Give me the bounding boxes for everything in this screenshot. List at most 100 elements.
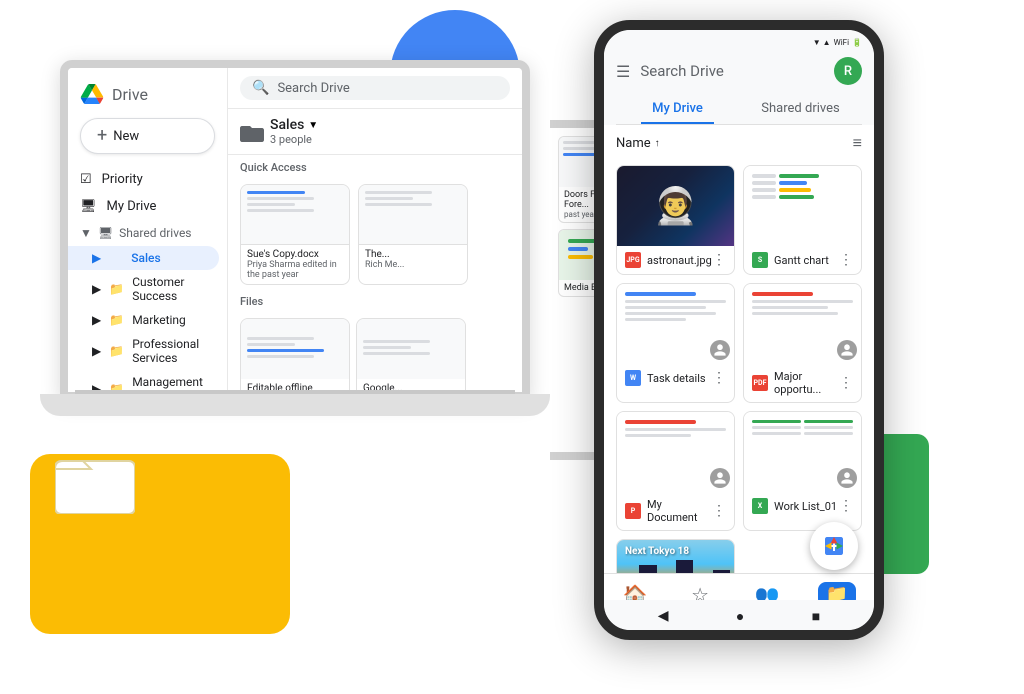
mkt-arrow-icon: ▶	[92, 313, 101, 327]
phone-nav-bar: ◀ ● ■	[604, 600, 874, 632]
cs-arrow-icon: ▶	[92, 282, 101, 296]
phone-file-5-footer: X Work List_01 ⋮	[744, 492, 861, 520]
phone-file-4-name: My Document	[647, 498, 712, 524]
phone-status-bar: ▼ ▲ WiFi 🔋	[616, 36, 862, 51]
sidebar-item-sales[interactable]: ▶ 🗂 Sales	[68, 246, 219, 270]
phone-file-card-5[interactable]: X Work List_01 ⋮	[743, 411, 862, 531]
drive-logo-icon	[80, 84, 104, 104]
shared-drives-label: Shared drives	[119, 226, 191, 240]
sidebar-item-priority[interactable]: ☑ Priority	[68, 166, 219, 193]
expand-icon: ▼	[80, 226, 92, 240]
hamburger-icon[interactable]: ☰	[616, 62, 630, 81]
ps-arrow-icon: ▶	[92, 344, 101, 358]
phone-file-card-1[interactable]: S Gantt chart ⋮	[743, 165, 862, 275]
tab-shared-drives[interactable]: Shared drives	[739, 93, 862, 124]
new-plus-icon: +	[97, 127, 107, 145]
drive-sidebar: Drive + New ☑ Priority 🖥 My Drive ▼ 🖥	[68, 68, 228, 392]
phone-file-4-more-icon[interactable]: ⋮	[712, 503, 726, 519]
qa-card-2-sub: Rich Me...	[365, 260, 461, 270]
phone-file-2-more-icon[interactable]: ⋮	[712, 370, 726, 386]
desktop-search-input[interactable]: 🔍 Search Drive	[240, 76, 510, 100]
wifi-icon: WiFi	[834, 38, 849, 47]
my-drive-label: My Drive	[107, 199, 157, 214]
folder-header-icon	[240, 122, 264, 142]
qa-card-2-title: The...	[365, 249, 461, 260]
desktop-search-bar[interactable]: 🔍 Search Drive	[228, 68, 522, 109]
phone-file-2-footer: W Task details ⋮	[617, 364, 734, 392]
phone-search-text[interactable]: Search Drive	[640, 62, 824, 80]
sales-folder-icon: 🗂	[109, 252, 123, 264]
sidebar-item-my-drive[interactable]: 🖥 My Drive	[68, 193, 219, 220]
qa-card-1[interactable]: Sue's Copy.docx Priya Sharma edited in t…	[240, 184, 350, 285]
drive-desktop-ui: Drive + New ☑ Priority 🖥 My Drive ▼ 🖥	[68, 68, 522, 392]
square-button[interactable]: ■	[812, 608, 820, 625]
drive-main-content: 🔍 Search Drive Sales ▼ 3 people	[228, 68, 522, 392]
ps-label: Professional Services	[132, 337, 207, 365]
fab-plus-icon	[822, 534, 846, 558]
sidebar-item-professional-services[interactable]: ▶ 📁 Professional Services	[68, 332, 219, 370]
mkt-folder-icon: 📁	[109, 313, 124, 327]
name-sort-button[interactable]: Name ↑	[616, 136, 660, 151]
sales-label: Sales	[131, 251, 160, 265]
new-button[interactable]: + New	[80, 118, 215, 154]
phone-file-1-preview	[744, 166, 861, 246]
folder-people: 3 people	[270, 133, 318, 146]
shared-drives-icon-sm: 🖥	[98, 226, 113, 240]
qa-card-2-info: The... Rich Me...	[359, 245, 467, 274]
qa-card-1-title: Sue's Copy.docx	[247, 249, 343, 260]
phone-file-2-info: W Task details	[625, 370, 706, 386]
sidebar-shared-drives-section[interactable]: ▼ 🖥 Shared drives	[68, 220, 227, 246]
file-card-1[interactable]: Editable offline docu...	[240, 318, 350, 392]
home-button[interactable]: ●	[736, 608, 744, 625]
phone-file-2-preview	[617, 284, 734, 364]
phone-file-card-4[interactable]: P My Document ⋮	[616, 411, 735, 531]
phone-file-5-name: Work List_01	[774, 500, 837, 513]
phone-body: ▼ ▲ WiFi 🔋 ☰ Search Drive R My Drive Sha…	[594, 20, 884, 640]
phone-file-0-more-icon[interactable]: ⋮	[712, 252, 726, 268]
phone-file-card-2[interactable]: W Task details ⋮	[616, 283, 735, 403]
word-icon: W	[625, 370, 641, 386]
files-grid: Editable offline docu... Google	[228, 314, 522, 392]
user-avatar[interactable]: R	[834, 57, 862, 85]
phone-file-0-footer: JPG astronaut.jpg ⋮	[617, 246, 734, 274]
phone-file-4-footer: P My Document ⋮	[617, 492, 734, 530]
folder-name: Sales	[270, 117, 304, 133]
tab-my-drive[interactable]: My Drive	[616, 93, 739, 124]
laptop-base	[40, 394, 550, 416]
phone-file-1-more-icon[interactable]: ⋮	[839, 252, 853, 268]
phone-file-card-3[interactable]: PDF Major opportu... ⋮	[743, 283, 862, 403]
folder-dropdown-icon[interactable]: ▼	[308, 120, 318, 131]
phone-file-2-name: Task details	[647, 372, 706, 385]
battery-icon: 🔋	[852, 38, 862, 47]
back-button[interactable]: ◀	[658, 608, 669, 624]
fab-add-button[interactable]	[810, 522, 858, 570]
phone-file-0-info: JPG astronaut.jpg	[625, 252, 712, 268]
phone-file-card-0[interactable]: JPG astronaut.jpg ⋮	[616, 165, 735, 275]
file-card-2[interactable]: Google...	[356, 318, 466, 392]
sort-arrow-icon: ↑	[655, 138, 660, 149]
sidebar-item-marketing[interactable]: ▶ 📁 Marketing	[68, 308, 219, 332]
phone-tabs: My Drive Shared drives	[616, 93, 862, 125]
phone-device: ▼ ▲ WiFi 🔋 ☰ Search Drive R My Drive Sha…	[594, 20, 884, 640]
gantt-preview	[744, 166, 861, 246]
qa-card-1-sub: Priya Sharma edited in the past year	[247, 260, 343, 280]
qa-card-1-info: Sue's Copy.docx Priya Sharma edited in t…	[241, 245, 349, 284]
phone-search-bar[interactable]: ☰ Search Drive R	[616, 51, 862, 93]
qa-card-2-preview	[359, 185, 467, 245]
file-card-1-preview	[241, 319, 349, 379]
my-drive-icon: 🖥	[80, 199, 97, 214]
quick-access-label: Quick Access	[228, 155, 522, 180]
sidebar-item-customer-success[interactable]: ▶ 📁 Customer Success	[68, 270, 219, 308]
phone-file-3-more-icon[interactable]: ⋮	[839, 375, 853, 391]
sales-expand-icon: ▶	[92, 251, 101, 265]
tab-shared-drives-label: Shared drives	[761, 101, 839, 116]
phone-file-4-preview	[617, 412, 734, 492]
cs-label: Customer Success	[132, 275, 207, 303]
desktop-search-text: Search Drive	[277, 81, 349, 96]
phone-file-3-shared-icon	[837, 340, 857, 360]
qa-card-2[interactable]: The... Rich Me...	[358, 184, 468, 285]
phone-file-5-more-icon[interactable]: ⋮	[839, 498, 853, 514]
list-view-icon[interactable]: ≡	[853, 133, 862, 153]
phone-file-1-name: Gantt chart	[774, 254, 829, 267]
mkt-label: Marketing	[132, 313, 186, 327]
